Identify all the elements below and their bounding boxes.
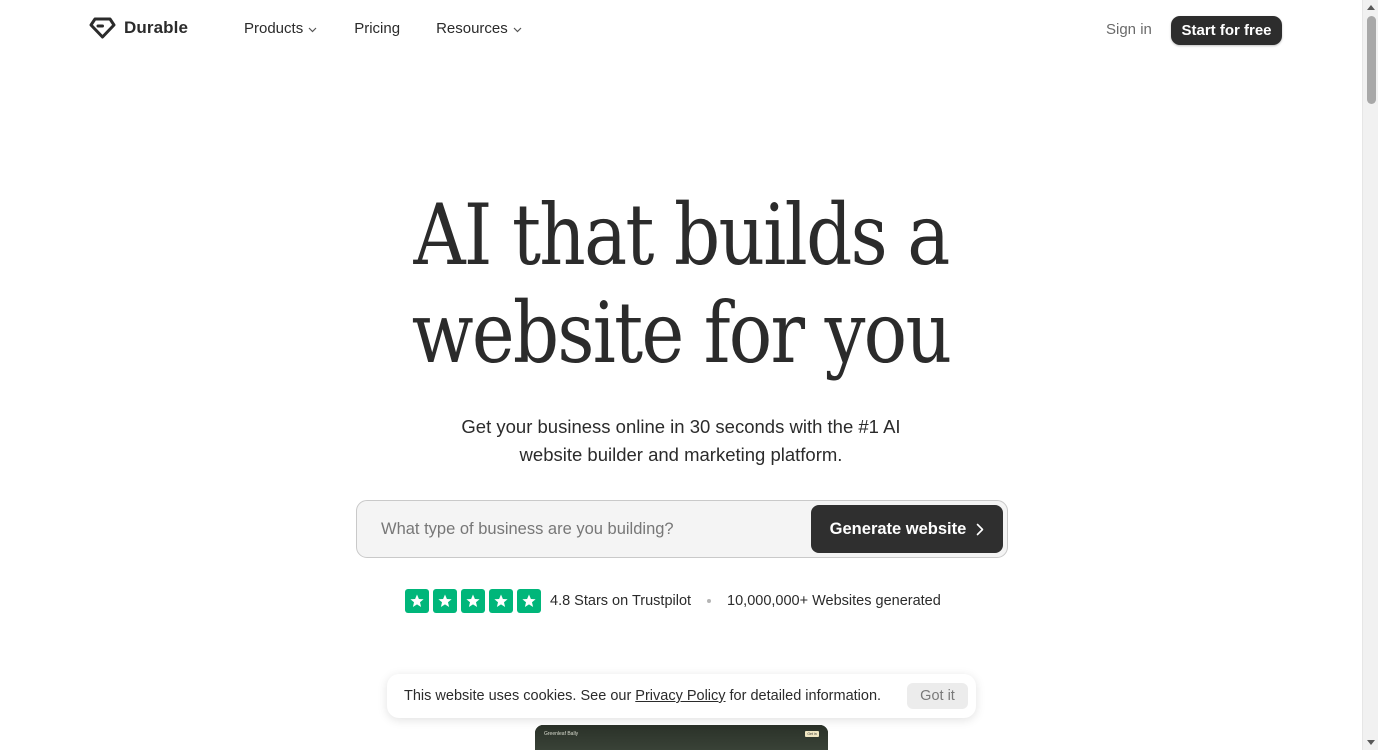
scroll-down-arrow-icon[interactable] <box>1367 740 1375 745</box>
trustpilot-rating-text: 4.8 Stars on Trustpilot <box>550 593 692 609</box>
hero-title-line-2: website for you <box>411 284 952 382</box>
generate-website-button[interactable]: Generate website <box>811 505 1003 553</box>
nav-products[interactable]: Products <box>244 20 317 37</box>
main-nav: Products Pricing Resources <box>244 20 522 37</box>
generate-website-label: Generate website <box>829 519 967 538</box>
chevron-right-icon <box>977 523 984 535</box>
brand-logo[interactable]: Durable <box>89 17 188 39</box>
trustpilot-star-icon <box>405 589 429 613</box>
brand-name: Durable <box>124 18 188 37</box>
hero-title: AI that builds a website for you <box>0 186 1362 382</box>
site-header: Durable Products Pricing Resources Sign … <box>0 0 1362 60</box>
nav-resources-label: Resources <box>436 20 508 37</box>
separator-dot <box>707 599 712 603</box>
hero-subtitle-line-1: Get your business online in 30 seconds w… <box>461 416 901 437</box>
cookie-banner: This website uses cookies. See our Priva… <box>387 674 976 718</box>
chevron-down-icon <box>513 27 522 32</box>
privacy-policy-link[interactable]: Privacy Policy <box>635 688 725 704</box>
scroll-up-arrow-icon[interactable] <box>1367 5 1375 10</box>
business-search-box: Generate website <box>356 500 1008 558</box>
start-for-free-button[interactable]: Start for free <box>1171 16 1282 45</box>
preview-background <box>535 725 828 750</box>
nav-resources[interactable]: Resources <box>436 20 522 37</box>
hero-subtitle-line-2: website builder and marketing platform. <box>519 444 843 465</box>
website-preview-image: Greenleaf Bally Get in <box>535 725 828 750</box>
nav-products-label: Products <box>244 20 304 37</box>
diamond-logo-icon <box>89 17 116 39</box>
scrollbar-thumb[interactable] <box>1367 16 1376 104</box>
nav-pricing[interactable]: Pricing <box>354 20 400 37</box>
trustpilot-star-icon <box>489 589 513 613</box>
cookie-text-after: for detailed information. <box>729 688 882 704</box>
hero-title-line-1: AI that builds a <box>413 186 950 284</box>
chevron-down-icon <box>308 27 317 32</box>
trust-row: 4.8 Stars on Trustpilot 10,000,000+ Webs… <box>405 589 941 613</box>
hero-subtitle: Get your business online in 30 seconds w… <box>0 413 1362 469</box>
got-it-button[interactable]: Got it <box>907 683 968 709</box>
trustpilot-star-icon <box>517 589 541 613</box>
sign-in-link[interactable]: Sign in <box>1106 21 1152 38</box>
trustpilot-star-icon <box>433 589 457 613</box>
nav-pricing-label: Pricing <box>354 20 401 37</box>
cookie-text-before: This website uses cookies. See our <box>404 688 632 704</box>
page-scrollbar[interactable] <box>1362 0 1378 750</box>
websites-generated-text: 10,000,000+ Websites generated <box>727 593 941 609</box>
trustpilot-star-icon <box>461 589 485 613</box>
preview-button: Get in <box>805 731 819 737</box>
business-type-input[interactable] <box>357 501 807 557</box>
preview-logo-text: Greenleaf Bally <box>544 731 579 737</box>
